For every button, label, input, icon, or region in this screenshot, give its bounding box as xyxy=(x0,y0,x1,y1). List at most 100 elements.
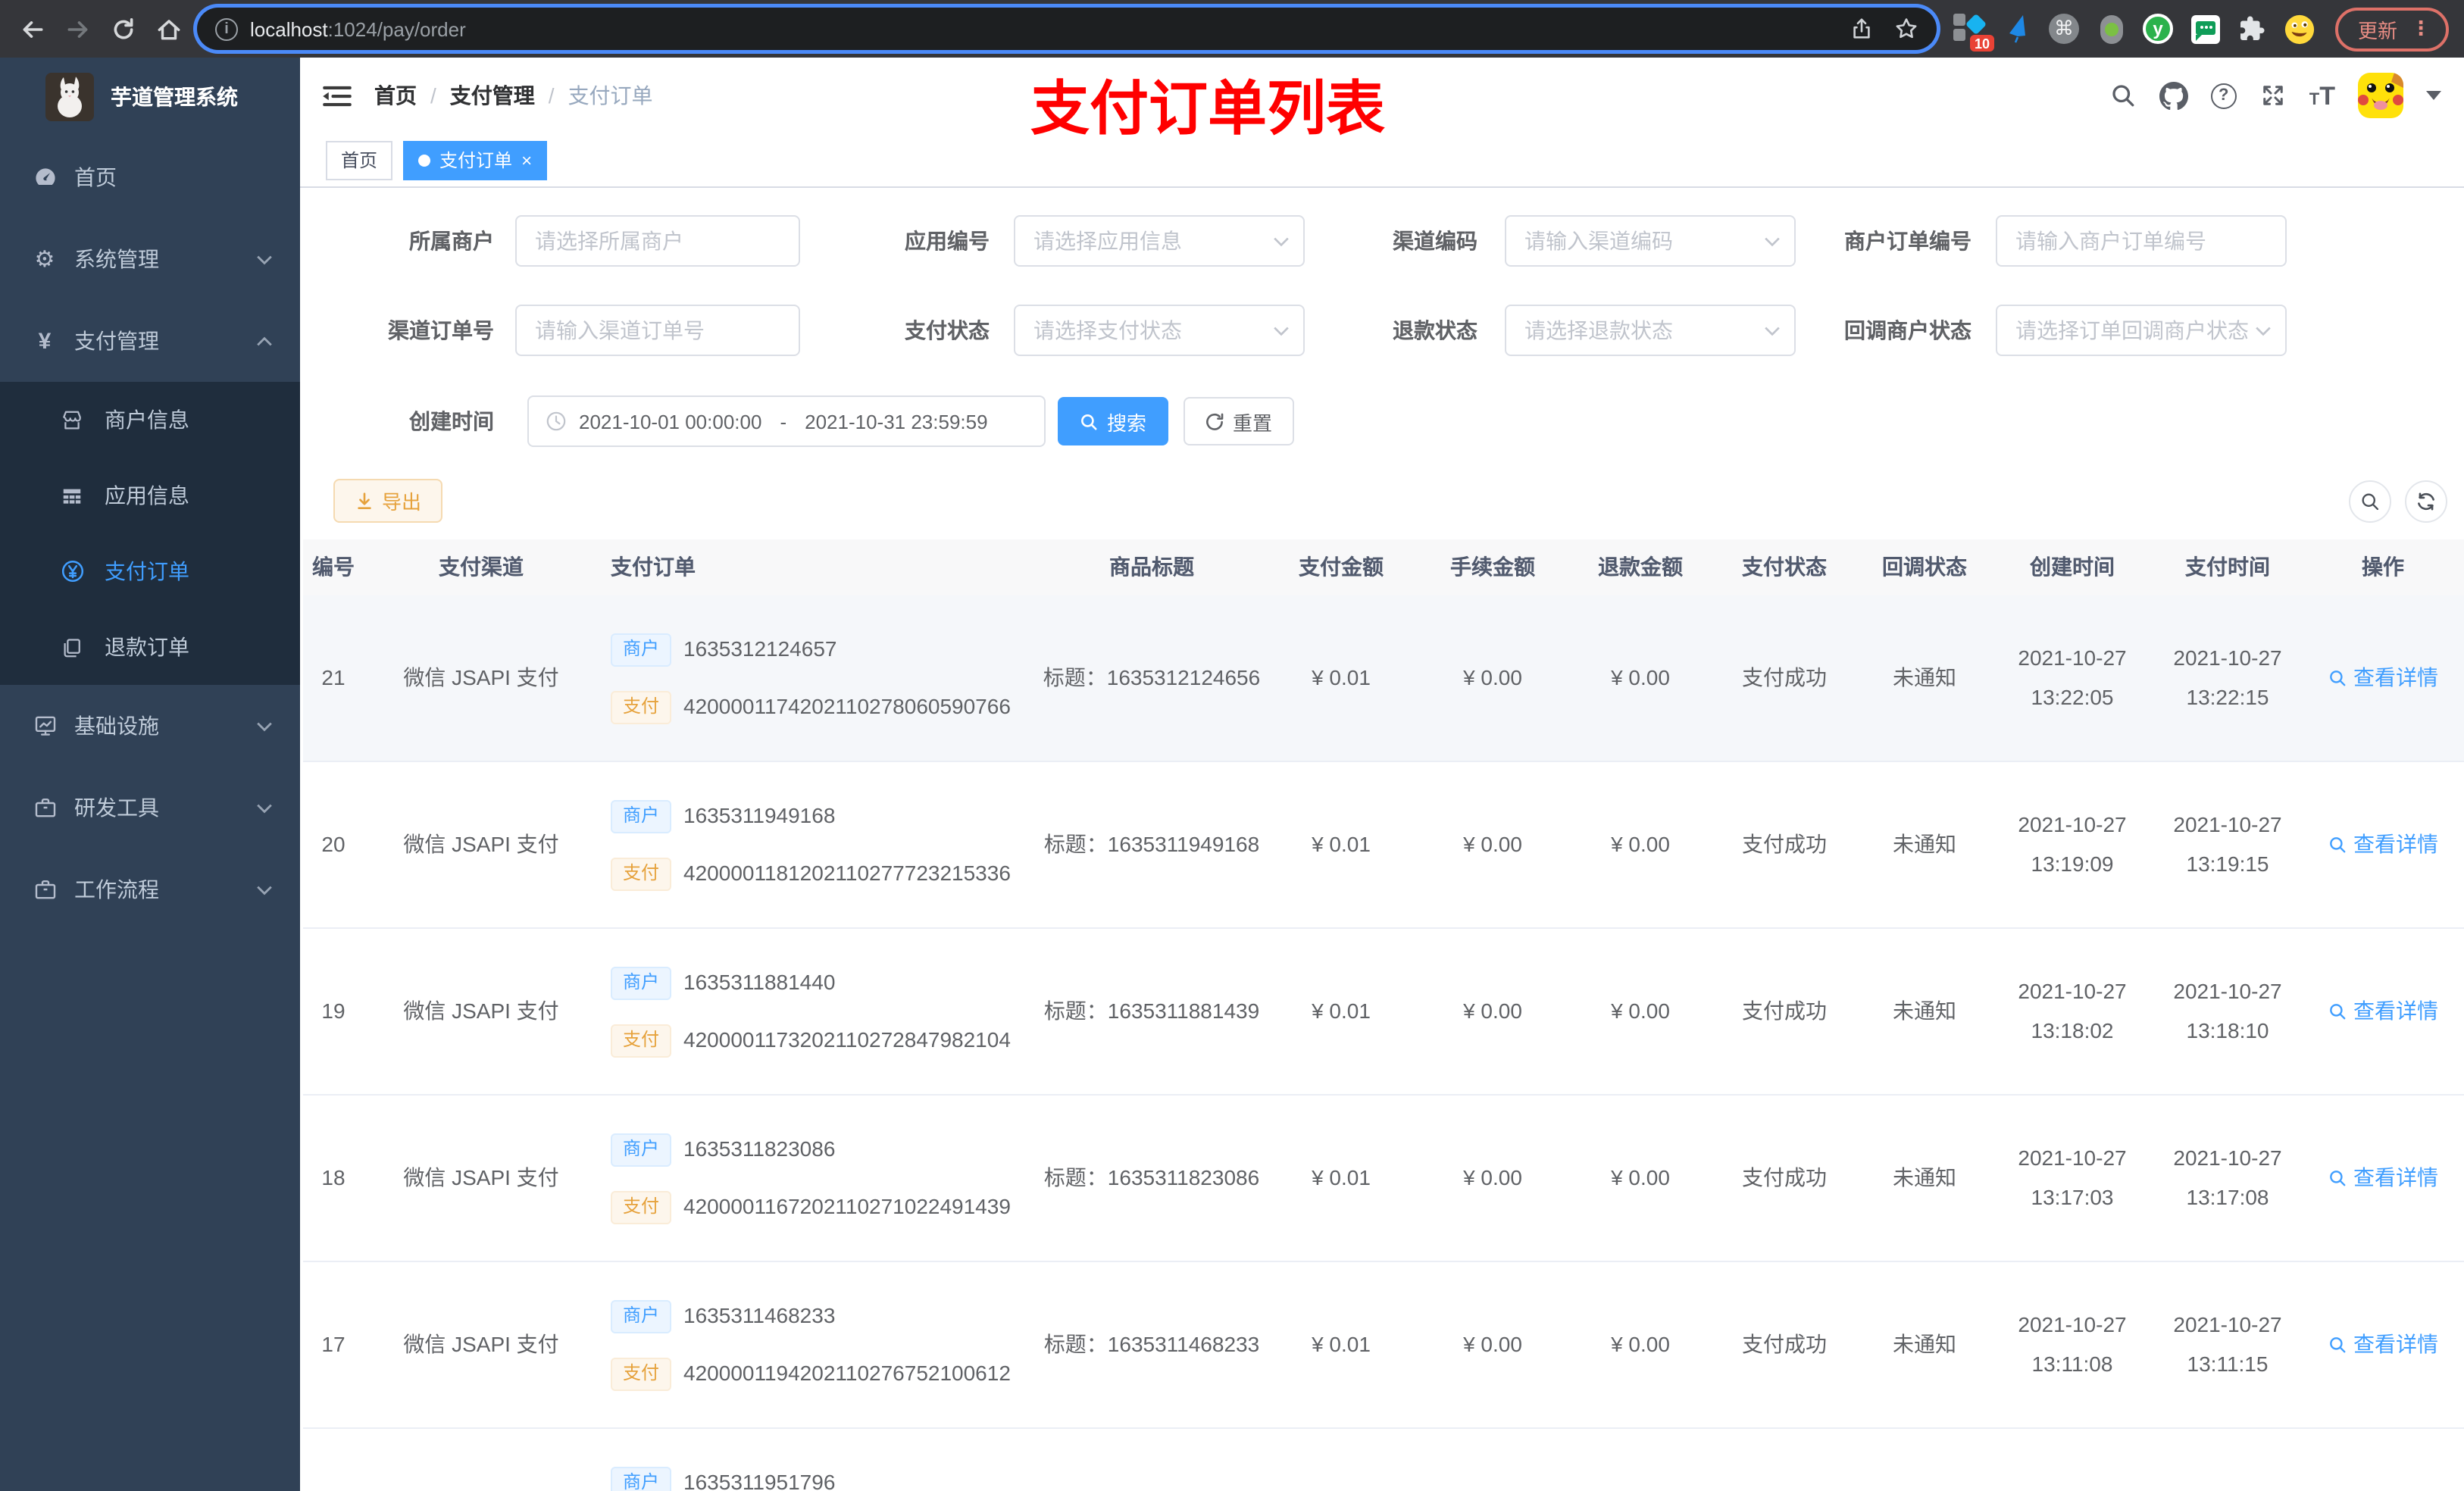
tag-close-icon[interactable]: × xyxy=(521,151,532,169)
toggle-search-button[interactable] xyxy=(2349,480,2391,523)
sidebar-item-dev-tools[interactable]: 研发工具 xyxy=(0,767,300,849)
breadcrumb-separator: / xyxy=(430,83,436,108)
cell-refund-amount: ¥ 0.00 xyxy=(1611,999,1670,1024)
browser-forward-button[interactable] xyxy=(55,6,100,52)
sidebar-item-system[interactable]: ⚙ 系统管理 xyxy=(0,218,300,300)
cell-notify-status: 未通知 xyxy=(1893,665,1956,690)
select-arrow-icon xyxy=(1273,326,1290,336)
cell-paid-time: 2021-10-27 13:19:15 xyxy=(2173,812,2282,876)
sidebar-item-app-info[interactable]: 应用信息 xyxy=(0,458,300,533)
table-row[interactable]: 19 微信 JSAPI 支付 商户 1635311881440 支付 42000… xyxy=(303,929,2464,1096)
cell-refund-amount: ¥ 0.00 xyxy=(1611,832,1670,857)
table-row[interactable]: 商户 1635311951796 支付 查看详情 xyxy=(303,1429,2464,1491)
sidebar-item-label: 首页 xyxy=(74,165,117,189)
extension-kite-icon[interactable] xyxy=(1999,9,2035,48)
merchant-order-no: 1635311949168 xyxy=(683,803,836,828)
sidebar-item-pay[interactable]: ¥ 支付管理 xyxy=(0,300,300,382)
channel-code-select[interactable] xyxy=(1524,229,1755,253)
sidebar-item-workflow[interactable]: 工作流程 xyxy=(0,849,300,930)
sidebar-item-merchant-info[interactable]: 商户信息 xyxy=(0,382,300,458)
cell-pay-order: 商户 1635311823086 支付 42000011672021102710… xyxy=(599,1133,1038,1224)
export-button[interactable]: 导出 xyxy=(333,479,443,523)
notify-status-select[interactable] xyxy=(2015,318,2249,342)
top-navbar: 首页 / 支付管理 / 支付订单 支付订单列表 ? T T xyxy=(300,58,2464,142)
cell-product-title: 标题：1635312124656 xyxy=(1043,665,1261,690)
avatar[interactable] xyxy=(2358,73,2403,118)
font-size-icon[interactable]: TT xyxy=(2309,83,2335,108)
sidebar-toggle-button[interactable] xyxy=(323,84,352,107)
date-range-input[interactable]: 2021-10-01 00:00:00 - 2021-10-31 23:59:5… xyxy=(527,395,1046,447)
sidebar-item-pay-order[interactable]: 支付订单 xyxy=(0,533,300,609)
tag-pay-order[interactable]: 支付订单 × xyxy=(403,140,548,180)
extension-chat-icon[interactable] xyxy=(2187,9,2223,48)
workflow-icon xyxy=(32,877,58,902)
reset-button[interactable]: 重置 xyxy=(1184,397,1294,445)
cell-pay-amount: ¥ 0.01 xyxy=(1312,1332,1371,1357)
merchant-tag: 商户 xyxy=(611,1133,672,1166)
extension-y-icon[interactable]: y xyxy=(2140,9,2176,48)
extension-green-dot-icon[interactable] xyxy=(2093,9,2129,48)
search-icon xyxy=(2330,1171,2346,1186)
sidebar-logo[interactable]: 芋道管理系统 xyxy=(0,58,300,136)
download-icon xyxy=(358,492,371,509)
breadcrumb-home[interactable]: 首页 xyxy=(374,80,417,111)
cell-paid-time: 2021-10-27 13:17:08 xyxy=(2173,1146,2282,1209)
view-detail-link[interactable]: 查看详情 xyxy=(2328,830,2438,859)
browser-back-button[interactable] xyxy=(9,6,55,52)
github-icon[interactable] xyxy=(2159,81,2188,110)
cell-pay-amount: ¥ 0.01 xyxy=(1312,832,1371,857)
breadcrumb-current: 支付订单 xyxy=(568,83,653,108)
cell-actions: 查看详情 xyxy=(2303,830,2462,859)
help-icon[interactable]: ? xyxy=(2210,83,2237,108)
browser-update-button[interactable]: 更新 ⋮ xyxy=(2335,7,2450,51)
filter-channel-order-no: 渠道订单号 xyxy=(327,305,800,356)
channel-transaction-no: 4200001194202110276752100612 xyxy=(683,1361,1011,1386)
view-detail-link[interactable]: 查看详情 xyxy=(2328,1330,2438,1359)
cell-notify-status: 未通知 xyxy=(1893,1165,1956,1190)
browser-home-button[interactable] xyxy=(145,6,191,52)
header-search-icon[interactable] xyxy=(2109,82,2137,109)
refund-status-select[interactable] xyxy=(1524,318,1755,342)
sidebar-item-refund-order[interactable]: 退款订单 xyxy=(0,609,300,685)
sidebar-item-home[interactable]: 首页 xyxy=(0,136,300,218)
table-row[interactable]: 21 微信 JSAPI 支付 商户 1635312124657 支付 42000… xyxy=(303,595,2464,762)
filter-app-id: 应用编号 xyxy=(815,215,1305,267)
tag-home[interactable]: 首页 xyxy=(326,140,393,180)
app-id-select[interactable] xyxy=(1033,229,1264,253)
profile-emoji-icon[interactable] xyxy=(2281,9,2317,48)
extension-command-icon[interactable]: ⌘ xyxy=(2046,9,2082,48)
merchant-tag: 商户 xyxy=(611,1466,672,1491)
extensions-puzzle-icon[interactable] xyxy=(2234,9,2270,48)
share-icon[interactable] xyxy=(1850,17,1873,41)
extension-diamond-icon[interactable]: 10 xyxy=(1952,9,1994,52)
breadcrumb-pay[interactable]: 支付管理 xyxy=(450,80,535,111)
pay-submenu: 商户信息 应用信息 支付订单 退款订单 xyxy=(0,382,300,685)
address-bar[interactable]: i localhost:1024/pay/order xyxy=(197,8,1937,50)
fullscreen-icon[interactable] xyxy=(2259,82,2287,109)
sidebar-item-label: 基础设施 xyxy=(74,714,159,738)
cell-fee-amount: ¥ 0.00 xyxy=(1463,999,1522,1024)
pay-status-select[interactable] xyxy=(1033,318,1264,342)
view-detail-link[interactable]: 查看详情 xyxy=(2328,1164,2438,1192)
sidebar-item-infra[interactable]: 基础设施 xyxy=(0,685,300,767)
table-row[interactable]: 17 微信 JSAPI 支付 商户 1635311468233 支付 42000… xyxy=(303,1262,2464,1429)
refresh-table-button[interactable] xyxy=(2405,480,2447,523)
table-body: 21 微信 JSAPI 支付 商户 1635312124657 支付 42000… xyxy=(303,595,2464,1491)
refresh-icon xyxy=(2418,492,2434,511)
bookmark-star-icon[interactable] xyxy=(1894,17,1918,41)
cell-pay-channel: 微信 JSAPI 支付 xyxy=(403,1332,559,1357)
browser-menu-dots-icon[interactable]: ⋮ xyxy=(2411,17,2431,41)
view-detail-link[interactable]: 查看详情 xyxy=(2328,664,2438,692)
merchant-order-no-input[interactable] xyxy=(2015,229,2246,253)
cell-order-id: 17 xyxy=(321,1332,346,1357)
table-row[interactable]: 18 微信 JSAPI 支付 商户 1635311823086 支付 42000… xyxy=(303,1096,2464,1262)
browser-reload-button[interactable] xyxy=(100,6,145,52)
table-row[interactable]: 20 微信 JSAPI 支付 商户 1635311949168 支付 42000… xyxy=(303,762,2464,929)
site-info-icon[interactable]: i xyxy=(215,17,238,40)
view-detail-link[interactable]: 查看详情 xyxy=(2328,997,2438,1026)
channel-order-no-input[interactable] xyxy=(535,318,759,342)
merchant-input[interactable] xyxy=(535,229,759,253)
extension-badge: 10 xyxy=(1969,35,1994,52)
avatar-caret-icon[interactable] xyxy=(2426,91,2441,100)
search-button[interactable]: 搜索 xyxy=(1058,397,1168,445)
